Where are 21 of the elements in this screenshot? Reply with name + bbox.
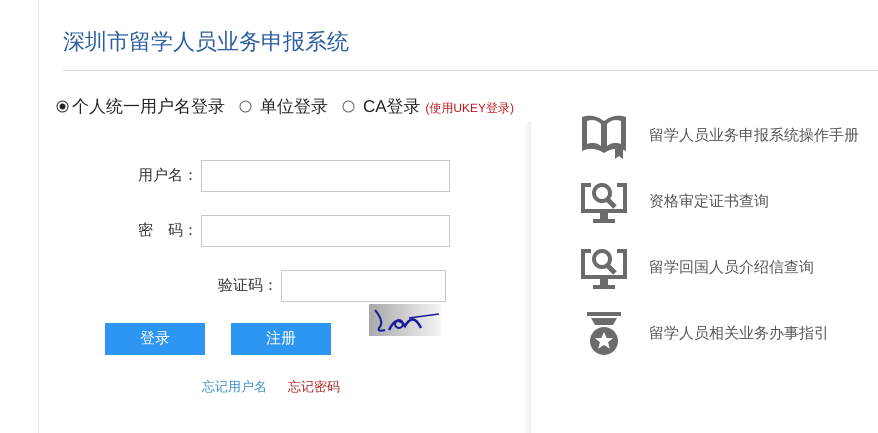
forgot-link[interactable]: 忘记密码 xyxy=(288,377,340,396)
radio-label[interactable]: 单位登录 xyxy=(260,97,328,116)
radio-button[interactable] xyxy=(342,100,355,113)
radio-label[interactable]: CA登录 xyxy=(362,97,421,116)
service-link[interactable]: 留学回国人员介绍信查询 xyxy=(649,256,814,280)
forgot-link[interactable]: 忘记用户名 xyxy=(202,377,267,396)
ukey-note: (使用UKEY登录) xyxy=(425,101,514,115)
service-link[interactable]: 留学人员相关业务办事指引 xyxy=(649,322,829,346)
captcha-field[interactable] xyxy=(281,270,446,302)
book-icon[interactable] xyxy=(579,113,629,159)
username-field[interactable] xyxy=(201,160,450,192)
radio-button[interactable] xyxy=(56,100,69,113)
service-link[interactable]: 留学人员业务申报系统操作手册 xyxy=(649,124,859,148)
service-link[interactable]: 资格审定证书查询 xyxy=(649,190,769,214)
field-label: 用户名： xyxy=(137,166,199,186)
page-title: 深圳市留学人员业务申报系统 xyxy=(63,31,349,53)
radio-label[interactable]: 个人统一用户名登录 xyxy=(72,97,225,116)
field-label: 密 码： xyxy=(137,220,199,241)
field-label: 验证码： xyxy=(217,276,279,296)
password-field[interactable] xyxy=(201,215,450,247)
radio-button[interactable] xyxy=(238,100,252,113)
